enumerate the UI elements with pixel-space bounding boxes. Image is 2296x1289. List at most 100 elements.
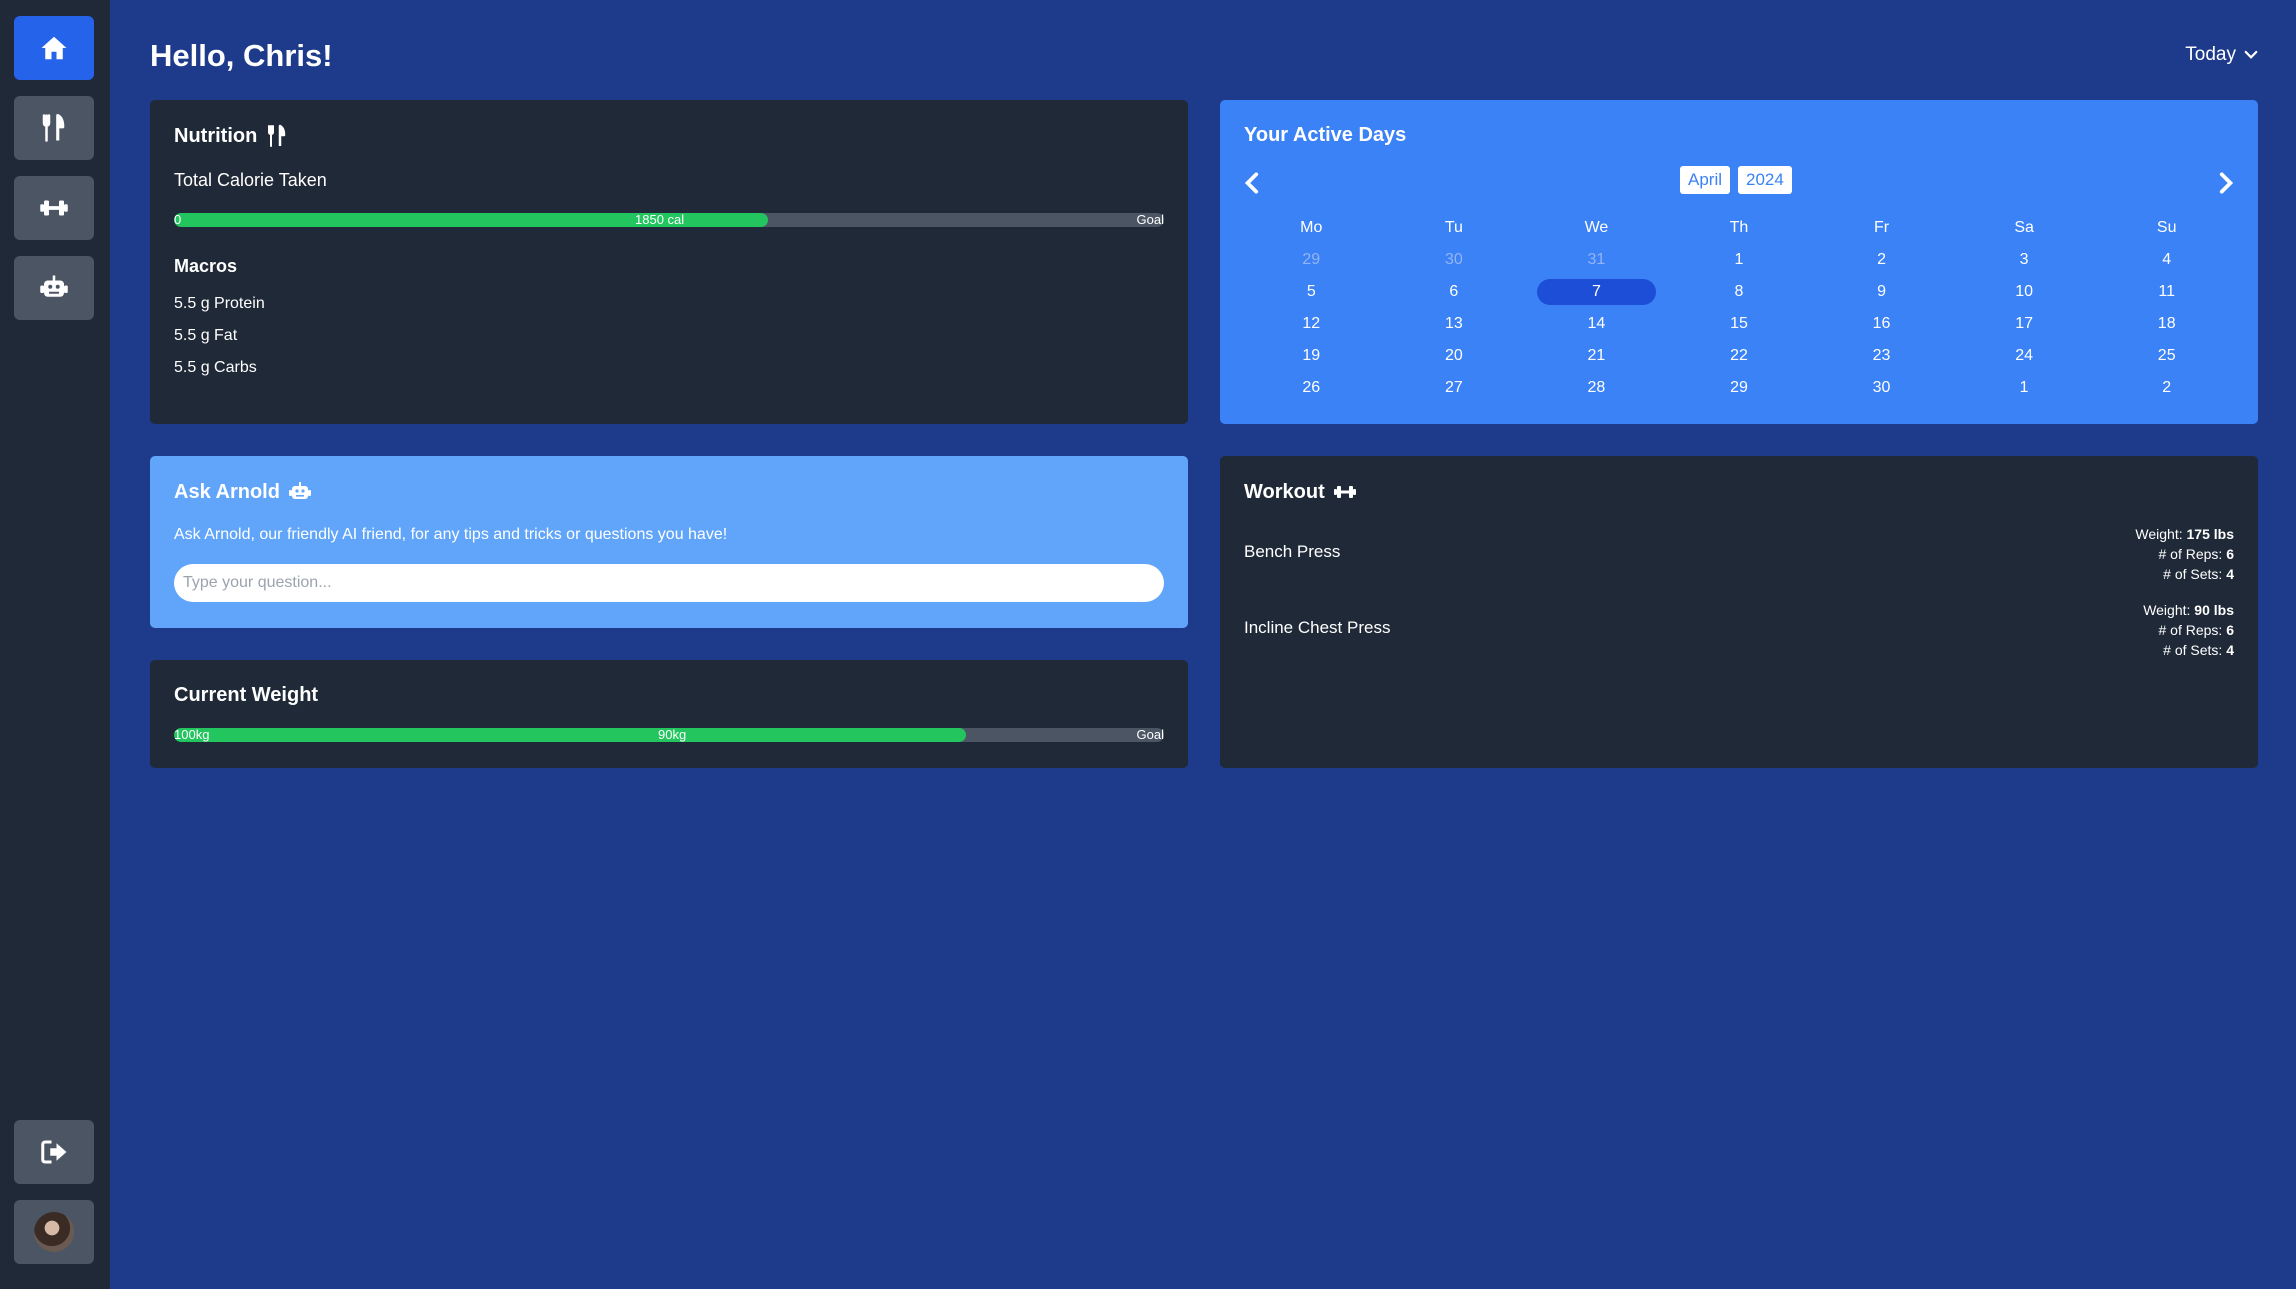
reps-label: # of Reps:	[2158, 546, 2223, 562]
calendar-day[interactable]: 26	[1240, 372, 1383, 404]
calendar-day-number: 1	[1734, 251, 1744, 268]
calendar-day[interactable]: 21	[1525, 340, 1668, 372]
calendar-day[interactable]: 28	[1525, 372, 1668, 404]
utensils-icon	[268, 124, 286, 147]
weight-goal-label: Goal	[1136, 727, 1164, 742]
calendar-day[interactable]: 14	[1525, 308, 1668, 340]
calendar-day[interactable]: 29	[1240, 244, 1383, 276]
calendar-day[interactable]: 11	[2095, 276, 2238, 308]
prev-month-button[interactable]	[1240, 170, 1266, 201]
weight-label: Weight:	[2135, 526, 2183, 542]
calendar-day-number: 24	[2015, 347, 2034, 364]
chevron-right-icon	[2219, 172, 2234, 194]
calendar-day-number: 22	[1730, 347, 1748, 364]
calendar-day-number: 16	[1872, 315, 1891, 332]
calendar-day[interactable]: 22	[1668, 340, 1811, 372]
utensils-icon	[42, 113, 65, 142]
calendar-day[interactable]: 15	[1668, 308, 1811, 340]
calendar-day-number: 20	[1444, 347, 1463, 364]
weight-value: 90 lbs	[2194, 602, 2234, 618]
calendar-day[interactable]: 29	[1668, 372, 1811, 404]
calendar-day[interactable]: 4	[2095, 244, 2238, 276]
month-select[interactable]: April	[1680, 166, 1731, 194]
calendar-day[interactable]: 1	[1668, 244, 1811, 276]
calendar-day[interactable]: 6	[1383, 276, 1526, 308]
calendar-day[interactable]: 17	[1953, 308, 2096, 340]
calendar-day-number: 17	[2015, 315, 2034, 332]
calendar-day[interactable]: 24	[1953, 340, 2096, 372]
calendar-day[interactable]: 31	[1525, 244, 1668, 276]
calendar-day[interactable]: 16	[1810, 308, 1953, 340]
calendar-day-number: 3	[2019, 251, 2029, 268]
calendar-day-number: 14	[1587, 315, 1606, 332]
exercise-reps: # of Reps: 6	[2135, 544, 2234, 564]
calendar-day-number: 30	[1444, 251, 1463, 268]
sign-out-button[interactable]	[14, 1120, 94, 1184]
calendar-day[interactable]: 20	[1383, 340, 1526, 372]
active-days-title: Your Active Days	[1244, 124, 1407, 146]
calendar-day[interactable]: 10	[1953, 276, 2096, 308]
weight-value-label: 90kg	[658, 727, 687, 742]
calendar-day-number: 15	[1730, 315, 1748, 332]
calendar-day-number: 28	[1587, 379, 1606, 396]
calendar-day[interactable]: 23	[1810, 340, 1953, 372]
calendar-day-number: 30	[1872, 379, 1891, 396]
calendar-day[interactable]: 3	[1953, 244, 2096, 276]
calendar-day[interactable]: 30	[1810, 372, 1953, 404]
calendar-day[interactable]: 18	[2095, 308, 2238, 340]
dumbbell-icon	[40, 200, 68, 216]
calendar-weekday-header: Mo Tu We Th Fr Sa Su	[1240, 212, 2238, 244]
calendar-day-number: 29	[1302, 251, 1321, 268]
calendar-day[interactable]: 13	[1383, 308, 1526, 340]
calendar-day[interactable]: 1	[1953, 372, 2096, 404]
macros-list: 5.5 g Protein 5.5 g Fat 5.5 g Carbs	[174, 288, 265, 384]
exercise-stats: Weight: 175 lbs # of Reps: 6 # of Sets: …	[2135, 524, 2234, 584]
exercise-name: Incline Chest Press	[1244, 618, 1391, 637]
calendar-day-number: 7	[1537, 279, 1656, 305]
calendar-day[interactable]: 2	[1810, 244, 1953, 276]
calendar-day-number: 23	[1872, 347, 1891, 364]
workout-exercise-row: Incline Chest Press Weight: 90 lbs # of …	[1244, 600, 2234, 660]
calorie-subtitle: Total Calorie Taken	[174, 170, 327, 190]
weekday-label: Mo	[1300, 219, 1323, 236]
calendar-day-number: 10	[2015, 283, 2034, 300]
macro-item-protein: 5.5 g Protein	[174, 295, 265, 312]
calendar-day[interactable]: 19	[1240, 340, 1383, 372]
nav-ai-button[interactable]	[14, 256, 94, 320]
chevron-down-icon	[2244, 50, 2258, 59]
calendar-day-number: 25	[2157, 347, 2176, 364]
calendar-day-selected[interactable]: 7	[1525, 276, 1668, 308]
nav-home-button[interactable]	[14, 16, 94, 80]
active-days-card: Your Active Days April 2024 Mo Tu We Th Fr Sa…	[1220, 100, 2258, 424]
nutrition-title-text: Nutrition	[174, 124, 258, 147]
exercise-reps: # of Reps: 6	[2143, 620, 2234, 640]
macro-item-fat: 5.5 g Fat	[174, 327, 238, 344]
calendar-day[interactable]: 27	[1383, 372, 1526, 404]
workout-card: Workout Bench Press Weight: 175 lbs # of…	[1220, 456, 2258, 768]
calendar-day[interactable]: 9	[1810, 276, 1953, 308]
calendar-day[interactable]: 12	[1240, 308, 1383, 340]
exercise-weight: Weight: 175 lbs	[2135, 524, 2234, 544]
sidebar	[0, 0, 110, 1289]
nav-workout-button[interactable]	[14, 176, 94, 240]
date-range-dropdown[interactable]: Today	[2185, 44, 2260, 66]
date-range-label: Today	[2185, 44, 2236, 65]
ask-arnold-title-text: Ask Arnold	[174, 480, 280, 503]
calendar-day-number: 13	[1444, 315, 1463, 332]
weight-progress-labels: 100kg 90kg Goal	[174, 727, 1164, 742]
calendar-day[interactable]: 30	[1383, 244, 1526, 276]
calendar-day[interactable]: 5	[1240, 276, 1383, 308]
next-month-button[interactable]	[2212, 170, 2238, 201]
calendar-day-number: 8	[1734, 283, 1744, 300]
year-select[interactable]: 2024	[1738, 166, 1792, 194]
calendar-day[interactable]: 8	[1668, 276, 1811, 308]
dumbbell-icon	[1333, 486, 1356, 498]
nav-nutrition-button[interactable]	[14, 96, 94, 160]
question-input[interactable]	[174, 564, 1164, 602]
calendar-day-number: 2	[2162, 379, 2172, 396]
calendar-day[interactable]: 25	[2095, 340, 2238, 372]
calendar-day-number: 6	[1449, 283, 1459, 300]
ask-arnold-card: Ask Arnold Ask Arnold, our friendly AI f…	[150, 456, 1188, 628]
calendar-day[interactable]: 2	[2095, 372, 2238, 404]
profile-button[interactable]	[14, 1200, 94, 1264]
